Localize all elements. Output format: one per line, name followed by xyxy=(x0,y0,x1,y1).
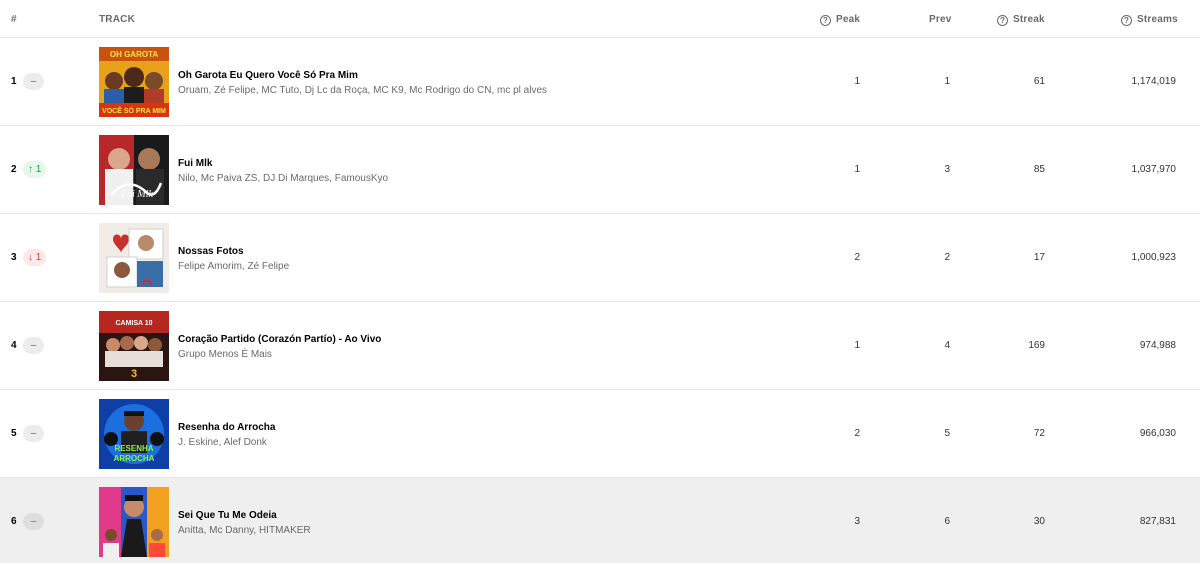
streams-header-label: Streams xyxy=(1137,14,1178,25)
track-artists[interactable]: Grupo Menos É Mais xyxy=(178,349,272,360)
peak-value: 2 xyxy=(854,428,860,439)
cover-art[interactable]: OH GAROTA VOCÊ SÓ PRA MIM xyxy=(99,47,169,117)
track-artists[interactable]: Nilo, Mc Paiva ZS, DJ Di Marques, Famous… xyxy=(178,173,388,184)
cover-art[interactable]: Fui Mlk xyxy=(99,135,169,205)
peak-value: 1 xyxy=(854,340,860,351)
rank-number: 4 xyxy=(11,340,17,351)
streak-column-header[interactable]: ? Streak xyxy=(997,0,1045,38)
cover-art[interactable] xyxy=(99,487,169,557)
prev-column-header: Prev xyxy=(929,14,952,25)
svg-text:OH GAROTA: OH GAROTA xyxy=(110,50,159,59)
prev-value: 5 xyxy=(944,428,950,439)
rank-change-badge: – xyxy=(23,337,44,354)
table-row[interactable]: 2 ↑ 1 Fui Mlk Fui Mlk Nilo, Mc Paiva ZS,… xyxy=(0,126,1200,214)
table-row[interactable]: 5 – RESENHA ARROCHA Resenha do Arrocha J… xyxy=(0,390,1200,478)
table-row[interactable]: 4 – CAMISA 10 3 Coração Partido (Corazón… xyxy=(0,302,1200,390)
streak-value: 30 xyxy=(1033,516,1045,527)
rank-number: 3 xyxy=(11,252,17,263)
rank-change-badge: – xyxy=(23,425,44,442)
track-title[interactable]: Nossas Fotos xyxy=(178,246,244,257)
prev-value: 4 xyxy=(944,340,950,351)
rank-number: 6 xyxy=(11,516,17,527)
streak-value: 61 xyxy=(1033,76,1045,87)
streams-value: 827,831 xyxy=(1139,516,1176,527)
streams-value: 966,030 xyxy=(1139,428,1176,439)
help-icon[interactable]: ? xyxy=(997,15,1008,26)
streak-value: 72 xyxy=(1033,428,1045,439)
track-artists[interactable]: Oruam, Zé Felipe, MC Tuto, Dj Lc da Roça… xyxy=(178,85,547,96)
peak-column-header[interactable]: ? Peak xyxy=(820,0,860,38)
svg-text:VOCÊ SÓ PRA MIM: VOCÊ SÓ PRA MIM xyxy=(102,106,166,115)
streams-value: 1,174,019 xyxy=(1131,76,1177,87)
svg-text:CAMISA 10: CAMISA 10 xyxy=(115,320,152,327)
prev-value: 2 xyxy=(944,252,950,263)
track-column-header: TRACK xyxy=(99,14,135,25)
streams-value: 1,000,923 xyxy=(1131,252,1177,263)
help-icon[interactable]: ? xyxy=(820,15,831,26)
track-title[interactable]: Fui Mlk xyxy=(178,158,212,169)
prev-value: 6 xyxy=(944,516,950,527)
prev-value: 3 xyxy=(944,164,950,175)
cover-art[interactable] xyxy=(99,223,169,293)
peak-value: 1 xyxy=(854,76,860,87)
table-row[interactable]: 6 – Sei Que Tu Me Odeia Anitta, Mc Danny… xyxy=(0,478,1200,563)
track-artists[interactable]: Anitta, Mc Danny, HITMAKER xyxy=(178,525,311,536)
peak-value: 3 xyxy=(854,516,860,527)
track-title[interactable]: Coração Partido (Corazón Partío) - Ao Vi… xyxy=(178,334,381,345)
streak-header-label: Streak xyxy=(1013,14,1045,25)
peak-value: 2 xyxy=(854,252,860,263)
streams-value: 974,988 xyxy=(1139,340,1176,351)
help-icon[interactable]: ? xyxy=(1121,15,1132,26)
peak-header-label: Peak xyxy=(836,14,861,25)
peak-value: 1 xyxy=(854,164,860,175)
rank-number: 1 xyxy=(11,76,17,87)
chart-table-header: # TRACK ? Peak Prev ? Streak ? Streams xyxy=(0,0,1200,38)
svg-text:RESENHA: RESENHA xyxy=(114,444,153,453)
cover-art[interactable]: RESENHA ARROCHA xyxy=(99,399,169,469)
rank-change-badge: – xyxy=(23,73,44,90)
rank-number: 2 xyxy=(11,164,17,175)
streams-column-header[interactable]: ? Streams xyxy=(1121,0,1178,38)
rank-change-badge: ↓ 1 xyxy=(23,249,47,266)
cover-art[interactable]: CAMISA 10 3 xyxy=(99,311,169,381)
table-row[interactable]: 1 – OH GAROTA VOCÊ SÓ PRA MIM Oh Garota … xyxy=(0,38,1200,126)
svg-text:3: 3 xyxy=(131,368,137,380)
svg-text:Fui Mlk: Fui Mlk xyxy=(120,189,153,200)
rank-number: 5 xyxy=(11,428,17,439)
track-title[interactable]: Sei Que Tu Me Odeia xyxy=(178,510,277,521)
streak-value: 85 xyxy=(1033,164,1045,175)
track-artists[interactable]: Felipe Amorim, Zé Felipe xyxy=(178,261,289,272)
table-row[interactable]: 3 ↓ 1 Nossas Fotos Felipe Amorim, Zé Fel… xyxy=(0,214,1200,302)
rank-change-badge: ↑ 1 xyxy=(23,161,47,178)
rank-change-badge: – xyxy=(23,513,44,530)
prev-value: 1 xyxy=(944,76,950,87)
rank-column-header: # xyxy=(11,14,17,25)
streak-value: 17 xyxy=(1033,252,1045,263)
streams-value: 1,037,970 xyxy=(1131,164,1177,175)
streak-value: 169 xyxy=(1028,340,1045,351)
track-title[interactable]: Oh Garota Eu Quero Você Só Pra Mim xyxy=(178,70,358,81)
svg-text:ARROCHA: ARROCHA xyxy=(114,454,155,463)
track-artists[interactable]: J. Eskine, Alef Donk xyxy=(178,437,267,448)
track-title[interactable]: Resenha do Arrocha xyxy=(178,422,275,433)
